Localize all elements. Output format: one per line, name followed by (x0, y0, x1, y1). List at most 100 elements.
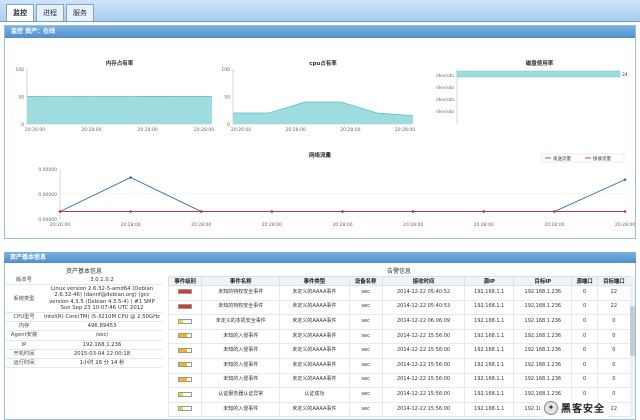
alarm-level-cell (167, 314, 203, 330)
info-label: Agent安装 (6, 330, 42, 341)
severity-level-bar (178, 347, 193, 353)
alarm-time-cell: 2014-12-22 05:40:52 (381, 285, 466, 301)
alarm-dport-cell: 0 (596, 357, 632, 374)
alarm-row[interactable]: 未知的入侵事件 未定义的AAAA事件 sec 2014-12-22 15:56:00 1… (167, 328, 632, 345)
alarm-dst-cell: 192.168.1.236 (513, 328, 573, 345)
x-tick-1: 20:28:00 (286, 127, 306, 133)
series-point-1 (341, 210, 344, 213)
alarm-column-header[interactable]: 源IP (464, 276, 515, 286)
info-label: CPU型号 (6, 312, 42, 323)
x-tick-3: 20:28:00 (121, 222, 141, 228)
alarm-dport-cell: 22 (596, 285, 632, 301)
severity-level-bar (178, 318, 193, 324)
alarm-sport-cell: 0 (571, 357, 598, 374)
legend-label-1: 接收流量 (593, 155, 611, 162)
legend-label-0: 发送流量 (553, 155, 571, 162)
alarm-level-cell (167, 387, 203, 403)
bar-category-label: /dev/sda (436, 109, 454, 114)
alarm-name-cell: 未知的入侵事件 (201, 328, 281, 345)
alarm-sport-cell: 0 (571, 372, 598, 389)
bar-category-label: /dev/sda (436, 73, 454, 78)
series-point-1 (129, 210, 132, 213)
alarm-dst-cell: 192.168.1.236 (513, 285, 573, 301)
charts-canvas: 内存占有率10050020:26:00 20:28:00 20:28:00 20:28… (15, 59, 635, 228)
bar-category-label: /dev/sda (436, 97, 454, 102)
alarm-level-cell (167, 328, 203, 345)
x-tick-3: 20:28:00 (262, 222, 282, 228)
x-tick-3: 20:28:00 (403, 222, 423, 228)
alarm-column-header[interactable]: 源端口 (571, 276, 598, 286)
alarm-row[interactable]: 未知的入侵事件 未定义的AAAA事件 sec 2014-12-22 15:56:00 1… (167, 372, 632, 389)
alarm-column-header[interactable]: 接收时间 (381, 276, 466, 286)
alarm-column-header[interactable]: 目标端口 (596, 276, 632, 286)
alarm-src-cell: 192.168.1.1 (464, 343, 515, 359)
alarm-row[interactable]: 未知的入侵事件 未定义的AAAA事件 sec 2014-12-22 15:56:00 1… (167, 343, 632, 359)
tab-process[interactable]: 进程 (36, 4, 64, 21)
tab-monitor[interactable]: 监控 (6, 4, 34, 21)
x-tick-1: 20:28:00 (395, 127, 415, 133)
alarm-src-cell: 192.168.1.1 (464, 401, 515, 418)
alarm-column-header[interactable]: 事件级别 (167, 276, 203, 286)
info-row: 内存 496.89453 (6, 321, 162, 332)
info-row: 版本号 3.0.1.0.2 (6, 276, 162, 286)
alarm-column-header[interactable]: 目标IP (513, 276, 573, 286)
series-point-1 (199, 210, 203, 213)
info-value: /sec/ (42, 330, 162, 341)
alarm-level-cell (167, 372, 203, 389)
alarm-name-cell: 未定义的本机安全事件 (201, 314, 281, 330)
alarm-device-cell: sec (348, 285, 383, 301)
scrollbar-thumb[interactable] (630, 306, 635, 356)
tab-service[interactable]: 服务 (66, 4, 94, 21)
alarm-type-cell: 未定义的AAAA事件 (279, 285, 350, 301)
alarm-scrollbar[interactable] (630, 276, 635, 416)
info-row: 开机时间 2015-03-04 22:00:18 (6, 349, 162, 360)
alarm-dst-cell: 192.168.1.236 (513, 372, 573, 389)
series-point-1 (623, 210, 627, 213)
tab-list: 监控 进程 服务 (6, 4, 94, 21)
alarm-sport-cell: 0 (571, 299, 598, 316)
series-point-1 (58, 210, 62, 213)
alarm-src-cell: 192.168.1.1 (464, 328, 515, 345)
info-row: 运行时间 1小时 28 分 14 秒 (6, 358, 162, 369)
alarm-level-cell (167, 285, 203, 301)
monitor-panel: 监控 资产：在线 内存占有率 100 50 0 20:26:00 20:28:00 20:2… (4, 25, 636, 239)
alarm-level-cell (167, 357, 203, 374)
alarm-device-cell: sec (348, 314, 383, 330)
alarm-column-header[interactable]: 设备名称 (348, 276, 383, 286)
alarm-row[interactable]: 未定义的本机安全事件 未定义的AAAA事件 sec 2014-12-22 06:06:… (167, 314, 632, 330)
info-value: 192.168.1.236 (42, 340, 162, 350)
x-tick-3: 20:28:00 (474, 222, 494, 228)
alarm-dport-cell: 0 (596, 314, 632, 330)
monitor-panel-header: 监控 资产：在线 (5, 26, 635, 38)
x-tick-3: 20:26:00 (50, 222, 70, 228)
info-row: 系统类型 Linux version 2.6.32-5-amd64 (Debian… (6, 284, 162, 314)
alarm-name-cell: 未知的入侵事件 (201, 372, 281, 389)
y-tick-1: 0 (227, 122, 230, 128)
alarm-dport-cell: 0 (596, 328, 632, 345)
severity-level-bar (178, 376, 193, 382)
alarm-dport-cell: 22 (596, 299, 632, 316)
info-value: 496.89453 (42, 321, 162, 332)
alarm-row[interactable]: 未知的特权安全事件 未定义的AAAA事件 sec 2014-12-22 05:40:5… (167, 285, 632, 301)
x-tick-3: 20:28:00 (332, 222, 352, 228)
x-tick-3: 20:28:00 (615, 222, 635, 228)
x-tick-0: 20:28:00 (81, 127, 101, 133)
alarm-name-cell: 未知的入侵事件 (201, 401, 281, 418)
info-value: 1小时 28 分 14 秒 (42, 358, 162, 369)
basic-info-table: 版本号 3.0.1.0.2 系统类型 Linux version 2.6.32-5-a… (6, 276, 162, 369)
alarm-time-cell: 2014-12-22 15:56:00 (381, 357, 466, 374)
alarm-name-cell: 认证服务器认证异常 (201, 387, 281, 403)
alarm-row[interactable]: 未知的入侵事件 未定义的AAAA事件 sec 2014-12-22 15:56:00 1… (167, 357, 632, 374)
alarm-level-cell (167, 299, 203, 316)
alarm-level-cell (167, 343, 203, 359)
alarm-time-cell: 2014-12-22 15:56:00 (381, 328, 466, 345)
alarm-src-cell: 192.168.1.1 (464, 387, 515, 403)
alarm-dport-cell: 0 (596, 343, 632, 359)
x-tick-1: 20:26:00 (231, 127, 251, 133)
alarm-name-cell: 未知的入侵事件 (201, 343, 281, 359)
alarm-column-header[interactable]: 事件类型 (279, 276, 350, 286)
alarm-row[interactable]: 未知的特权安全事件 未定义的AAAA事件 sec 2014-12-22 05:40:5… (167, 299, 632, 316)
alarm-column-header[interactable]: 事件名称 (201, 276, 281, 286)
alarm-type-cell: 未定义的AAAA事件 (279, 357, 350, 374)
x-tick-0: 20:28:00 (194, 127, 214, 133)
